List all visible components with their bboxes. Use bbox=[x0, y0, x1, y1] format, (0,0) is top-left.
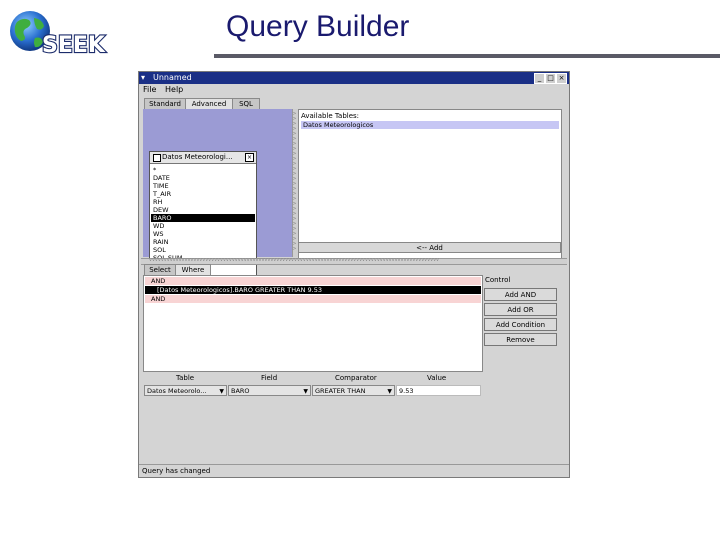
column-header-comparator: Comparator bbox=[335, 374, 377, 382]
logo-text: SEEK bbox=[42, 33, 106, 58]
available-tables-panel: Available Tables: Datos Meteorologicos bbox=[298, 109, 562, 259]
field-combo[interactable]: BARO ▼ bbox=[228, 385, 311, 396]
table-combo-value: Datos Meteorolo... bbox=[147, 387, 207, 395]
field-item[interactable]: RH bbox=[151, 198, 255, 206]
field-item[interactable]: DEW bbox=[151, 206, 255, 214]
window-title: Unnamed bbox=[153, 73, 192, 82]
field-item[interactable]: TIME bbox=[151, 182, 255, 190]
chevron-down-icon: ▼ bbox=[387, 388, 392, 395]
field-item[interactable]: SOL bbox=[151, 246, 255, 254]
add-and-button[interactable]: Add AND bbox=[484, 288, 557, 301]
column-header-value: Value bbox=[427, 374, 447, 382]
menu-file[interactable]: File bbox=[143, 85, 156, 95]
field-item[interactable]: WD bbox=[151, 222, 255, 230]
field-item[interactable]: WS bbox=[151, 230, 255, 238]
tab-select[interactable]: Select bbox=[144, 264, 176, 275]
field-item[interactable]: T_AIR bbox=[151, 190, 255, 198]
condition-row[interactable]: AND bbox=[145, 277, 481, 285]
tab-advanced[interactable]: Advanced bbox=[185, 98, 233, 109]
maximize-icon[interactable]: □ bbox=[545, 73, 556, 84]
add-condition-button[interactable]: Add Condition bbox=[484, 318, 557, 331]
status-bar: Query has changed bbox=[139, 464, 569, 477]
field-item[interactable]: RAIN bbox=[151, 238, 255, 246]
column-header-field: Field bbox=[261, 374, 278, 382]
table-list-item[interactable]: Datos Meteorologicos bbox=[301, 121, 559, 129]
control-label: Control bbox=[485, 276, 511, 284]
canvas-area: Datos Meteorologi... × * DATE TIME T_AIR… bbox=[143, 109, 292, 283]
table-combo[interactable]: Datos Meteorolo... ▼ bbox=[144, 385, 227, 396]
field-item[interactable]: * bbox=[151, 166, 255, 174]
seek-logo: SEEK bbox=[8, 8, 120, 59]
add-or-button[interactable]: Add OR bbox=[484, 303, 557, 316]
slide-title: Query Builder bbox=[226, 10, 410, 43]
tab-where[interactable]: Where bbox=[175, 264, 211, 275]
menu-help[interactable]: Help bbox=[165, 85, 183, 95]
menu-bar: File Help bbox=[139, 84, 569, 96]
title-rule bbox=[214, 54, 720, 58]
condition-row-selected[interactable]: [Datos Meteorologicos].BARO GREATER THAN… bbox=[145, 286, 481, 294]
field-box-title: Datos Meteorologi... bbox=[162, 153, 233, 161]
query-builder-window: ▾ Unnamed _ □ × File Help Standard Advan… bbox=[138, 71, 570, 478]
field-box-header[interactable]: Datos Meteorologi... × bbox=[150, 152, 256, 164]
chevron-down-icon: ▼ bbox=[219, 388, 224, 395]
field-item[interactable]: DATE bbox=[151, 174, 255, 182]
condition-row[interactable]: AND bbox=[145, 295, 481, 303]
remove-button[interactable]: Remove bbox=[484, 333, 557, 346]
field-combo-value: BARO bbox=[231, 387, 250, 395]
field-box-close-icon[interactable]: × bbox=[245, 153, 254, 162]
select-all-checkbox[interactable] bbox=[153, 154, 161, 162]
split-handle-grip: > > > > > > > > > > > > > > > > > > > > > > > > > > > > bbox=[292, 112, 297, 252]
value-input[interactable]: 9.53 bbox=[396, 385, 481, 396]
column-header-table: Table bbox=[176, 374, 195, 382]
split-handle-grip: vvvvvvvvvvvvvvvvvvvvvvvvvvvvvvvvvvvvvvvv… bbox=[149, 258, 439, 263]
comparator-combo-value: GREATER THAN bbox=[315, 387, 366, 395]
window-menu-icon[interactable]: ▾ bbox=[141, 74, 150, 82]
minimize-icon[interactable]: _ bbox=[534, 73, 545, 84]
field-item-selected[interactable]: BARO bbox=[151, 214, 255, 222]
chevron-down-icon: ▼ bbox=[303, 388, 308, 395]
close-icon[interactable]: × bbox=[556, 73, 567, 84]
tab-sql[interactable]: SQL bbox=[232, 98, 260, 109]
tab-standard[interactable]: Standard bbox=[144, 98, 186, 109]
window-titlebar[interactable]: ▾ Unnamed _ □ × bbox=[139, 72, 569, 84]
condition-tree: AND [Datos Meteorologicos].BARO GREATER … bbox=[143, 275, 483, 372]
available-tables-label: Available Tables: bbox=[301, 112, 360, 120]
add-table-button[interactable]: <-- Add bbox=[298, 242, 561, 253]
comparator-combo[interactable]: GREATER THAN ▼ bbox=[312, 385, 395, 396]
